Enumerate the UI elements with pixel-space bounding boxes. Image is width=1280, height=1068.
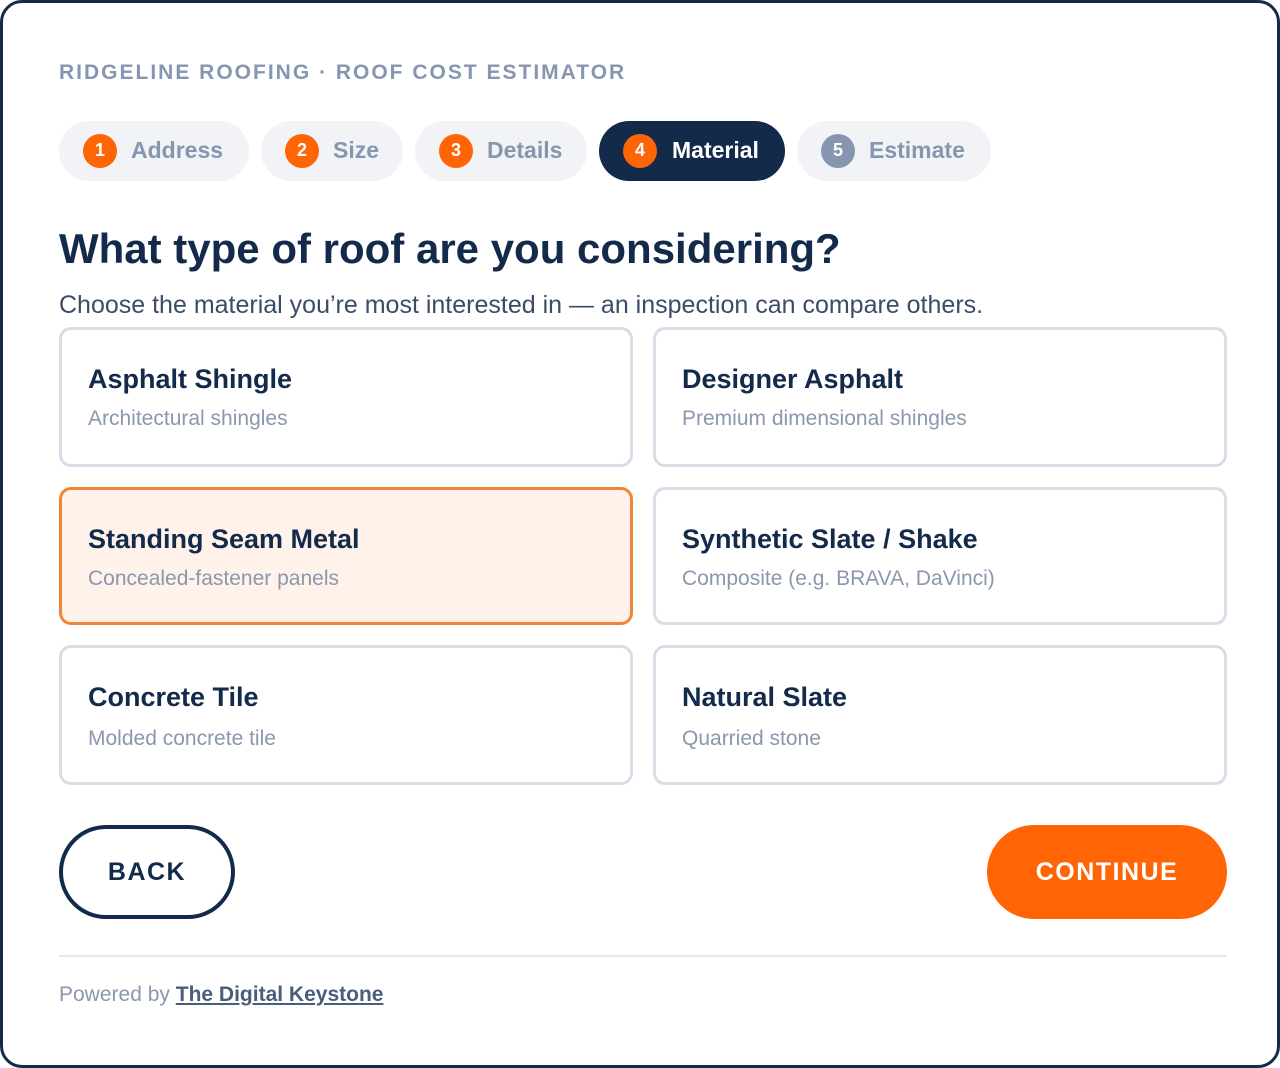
option-synthetic-slate-shake[interactable]: Synthetic Slate / Shake Composite (e.g. … [653, 487, 1227, 625]
step-label: Material [672, 137, 759, 163]
option-title: Concrete Tile [88, 682, 259, 712]
step-details[interactable]: 3 Details [415, 121, 587, 181]
step-size[interactable]: 2 Size [261, 121, 403, 181]
page-title: What type of roof are you considering? [59, 225, 841, 272]
step-number: 3 [439, 134, 473, 168]
step-address[interactable]: 1 Address [59, 121, 249, 181]
option-asphalt-shingle[interactable]: Asphalt Shingle Architectural shingles [59, 327, 633, 467]
footer-link[interactable]: The Digital Keystone [176, 983, 384, 1006]
estimator-window: RIDGELINE ROOFING · ROOF COST ESTIMATOR … [0, 0, 1280, 1068]
step-number: 5 [821, 134, 855, 168]
step-number: 4 [623, 134, 657, 168]
option-title: Asphalt Shingle [88, 364, 293, 394]
step-label: Address [131, 137, 224, 163]
option-title: Standing Seam Metal [88, 524, 360, 554]
footer-prefix: Powered by [59, 983, 170, 1006]
option-description: Architectural shingles [88, 407, 288, 430]
option-designer-asphalt[interactable]: Designer Asphalt Premium dimensional shi… [653, 327, 1227, 467]
back-button[interactable]: BACK [59, 825, 235, 919]
option-title: Synthetic Slate / Shake [682, 524, 978, 554]
footer-divider [59, 955, 1227, 957]
step-label: Details [487, 137, 563, 163]
continue-button[interactable]: CONTINUE [987, 825, 1227, 919]
step-estimate[interactable]: 5 Estimate [797, 121, 991, 181]
page-subtitle: Choose the material you’re most interest… [59, 291, 984, 319]
option-title: Natural Slate [682, 682, 848, 712]
option-description: Quarried stone [682, 727, 821, 750]
option-description: Molded concrete tile [88, 727, 276, 750]
step-label: Estimate [869, 137, 965, 163]
footer-credit: Powered by The Digital Keystone [59, 983, 383, 1007]
step-label: Size [333, 137, 380, 163]
brand-title: RIDGELINE ROOFING · ROOF COST ESTIMATOR [59, 61, 627, 84]
option-natural-slate[interactable]: Natural Slate Quarried stone [653, 645, 1227, 785]
option-standing-seam-metal[interactable]: Standing Seam Metal Concealed-fastener p… [59, 487, 633, 625]
option-description: Composite (e.g. BRAVA, DaVinci) [682, 567, 995, 590]
option-title: Designer Asphalt [682, 364, 904, 394]
step-number: 2 [285, 134, 319, 168]
step-material[interactable]: 4 Material [599, 121, 785, 181]
option-description: Concealed-fastener panels [88, 567, 339, 590]
option-description: Premium dimensional shingles [682, 407, 967, 430]
step-number: 1 [83, 134, 117, 168]
option-concrete-tile[interactable]: Concrete Tile Molded concrete tile [59, 645, 633, 785]
